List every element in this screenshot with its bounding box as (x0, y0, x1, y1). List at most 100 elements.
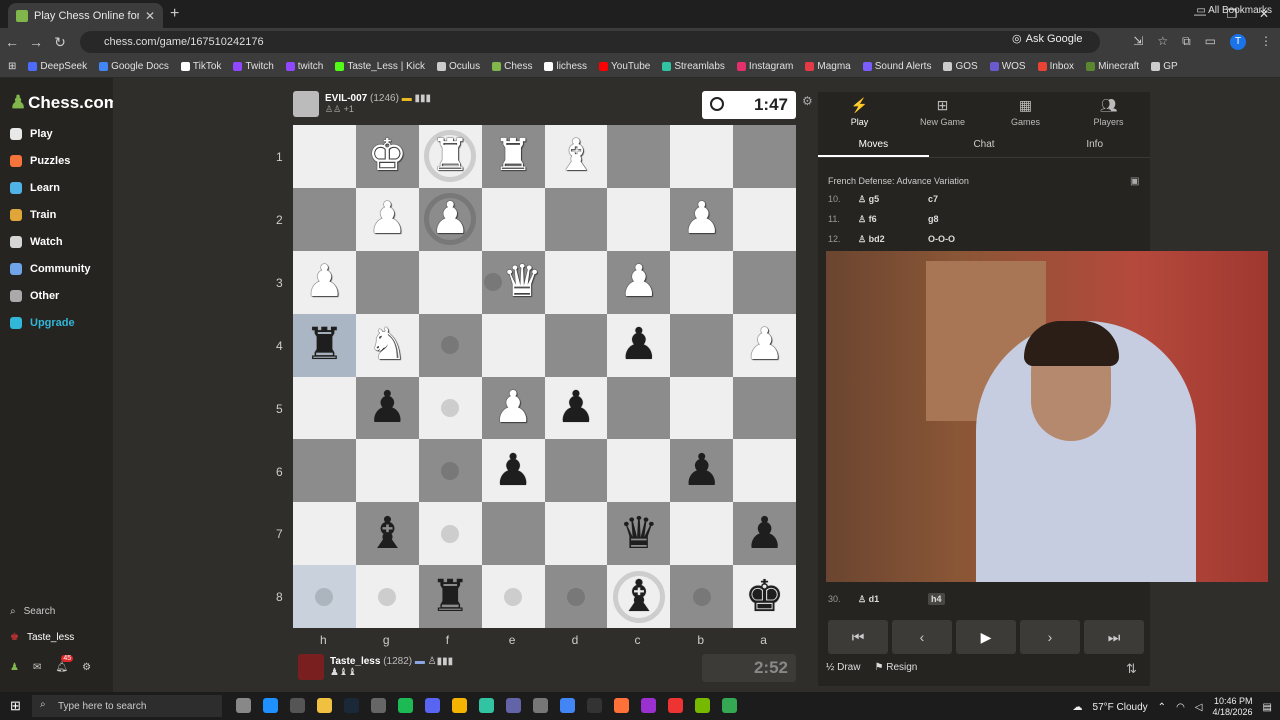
board-square-g7[interactable]: ♝ (355, 502, 419, 566)
tab-games[interactable]: ▦ Games (984, 92, 1067, 132)
board-square-b4[interactable] (670, 313, 734, 377)
board-square-h3[interactable]: ♟ (293, 250, 356, 314)
board-square-d8[interactable] (544, 565, 608, 628)
board-square-c1[interactable] (607, 125, 671, 188)
sidebar-item-learn[interactable]: Learn (10, 182, 60, 194)
board-square-d6[interactable] (544, 439, 608, 503)
white-pawn-icon[interactable]: ♟ (619, 260, 658, 304)
vivaldi-icon[interactable] (641, 698, 656, 713)
play-icon[interactable]: ▶ (956, 620, 1016, 654)
white-knight-icon[interactable]: ♞ (368, 323, 407, 367)
bookmark-star-icon[interactable]: ☆ (1157, 34, 1168, 50)
board-square-a2[interactable] (733, 187, 796, 251)
board-square-a6[interactable] (733, 439, 796, 503)
board-square-e4[interactable] (481, 313, 545, 377)
white-pawn-icon[interactable]: ♟ (305, 260, 344, 304)
black-bishop-icon[interactable]: ♝ (368, 511, 407, 556)
taskbar-search[interactable]: ⌕ Type here to search (32, 695, 222, 717)
black-rook-icon[interactable]: ♜ (305, 323, 344, 367)
board-settings-icon[interactable]: ⚙ (802, 94, 813, 108)
black-move[interactable]: h4 (928, 593, 998, 605)
board-square-g6[interactable] (355, 439, 419, 503)
black-move[interactable]: c7 (928, 194, 998, 205)
board-square-b3[interactable] (670, 250, 734, 314)
chess-logo[interactable]: ♟ Chess.com (10, 92, 119, 113)
white-rook-icon[interactable]: ♜ (493, 134, 532, 178)
board-square-b5[interactable] (670, 376, 734, 440)
install-icon[interactable]: ⇲ (1133, 34, 1143, 50)
bookmark-item[interactable]: Inbox (1037, 61, 1074, 72)
board-square-a3[interactable] (733, 250, 796, 314)
board-square-f6[interactable] (418, 439, 482, 503)
volume-icon[interactable]: ◁ (1195, 702, 1203, 713)
board-square-f1[interactable]: ♜ (418, 125, 482, 188)
close-tab-icon[interactable]: ✕ (145, 9, 155, 23)
url-bar[interactable]: chess.com/game/167510242176 (80, 31, 1100, 53)
sidebar-icon[interactable]: ▭ (1205, 34, 1216, 50)
chrome-profile-icon[interactable] (560, 698, 575, 713)
browser-tab[interactable]: Play Chess Online for FREE - 2 ... ✕ (8, 3, 163, 28)
bookmark-item[interactable]: Sound Alerts (862, 61, 931, 72)
white-move[interactable]: ♙ f6 (858, 214, 928, 225)
bookmark-item[interactable]: Oculus (436, 61, 480, 72)
black-rook-icon[interactable]: ♜ (430, 574, 469, 619)
black-move[interactable]: g8 (928, 214, 998, 225)
board-square-f8[interactable]: ♜ (418, 565, 482, 628)
bookmark-item[interactable]: Twitch (233, 61, 274, 72)
black-pawn-icon[interactable]: ♟ (556, 385, 595, 430)
white-pawn-icon[interactable]: ♟ (430, 197, 469, 241)
bookmark-item[interactable]: Streamlabs (662, 61, 725, 72)
board-square-b1[interactable] (670, 125, 734, 188)
obs-icon[interactable] (371, 698, 386, 713)
board-square-c7[interactable]: ♛ (607, 502, 671, 566)
music-app-icon[interactable] (668, 698, 683, 713)
teams-icon[interactable] (506, 698, 521, 713)
ask-google-button[interactable]: ◎ Ask Google (1012, 32, 1082, 46)
black-pawn-icon[interactable]: ♟ (619, 323, 658, 367)
bookmark-item[interactable]: YouTube (599, 61, 650, 72)
board-square-e3[interactable]: ♛ (481, 250, 545, 314)
board-square-c4[interactable]: ♟ (607, 313, 671, 377)
board-square-a4[interactable]: ♟ (733, 313, 796, 377)
reload-icon[interactable]: ↻ (48, 34, 72, 51)
board-square-g3[interactable] (355, 250, 419, 314)
white-pawn-icon[interactable]: ♟ (493, 385, 532, 430)
tray-chevron-icon[interactable]: ⌃ (1158, 702, 1166, 713)
board-square-c8[interactable]: ♝ (607, 565, 671, 628)
sidebar-item-other[interactable]: Other (10, 290, 59, 302)
chrome-active-icon[interactable] (722, 698, 737, 713)
sidebar-item-play[interactable]: Play (10, 128, 53, 140)
board-square-d5[interactable]: ♟ (544, 376, 608, 440)
edge-icon[interactable] (263, 698, 278, 713)
board-square-b7[interactable] (670, 502, 734, 566)
board-square-e7[interactable] (481, 502, 545, 566)
board-square-d1[interactable]: ♝ (544, 125, 608, 188)
board-square-f7[interactable] (418, 502, 482, 566)
nvidia-icon[interactable] (695, 698, 710, 713)
file-explorer-icon[interactable] (317, 698, 332, 713)
board-square-f4[interactable] (418, 313, 482, 377)
bookmark-item[interactable]: Google Docs (99, 61, 169, 72)
white-move[interactable]: ♙ g5 (858, 194, 928, 205)
weather-text[interactable]: 57°F Cloudy (1093, 702, 1148, 713)
board-square-d7[interactable] (544, 502, 608, 566)
flip-board-icon[interactable]: ⇅ (1126, 661, 1137, 677)
resign-button[interactable]: ⚑ Resign (874, 662, 917, 673)
menu-icon[interactable]: ⋮ (1260, 34, 1272, 50)
top-player-name[interactable]: EVIL-007 (325, 93, 367, 104)
bookmark-item[interactable]: Magma (805, 61, 851, 72)
task-view-icon[interactable] (236, 698, 251, 713)
clock[interactable]: 10:46 PM 4/18/2026 (1213, 696, 1253, 718)
board-square-f5[interactable] (418, 376, 482, 440)
white-pawn-icon[interactable]: ♟ (682, 197, 721, 241)
bookmark-item[interactable]: Instagram (736, 61, 793, 72)
streamlabs-icon[interactable] (479, 698, 494, 713)
firefox-icon[interactable] (614, 698, 629, 713)
chrome-icon[interactable] (452, 698, 467, 713)
sidebar-user[interactable]: ♚ Taste_less (10, 632, 74, 643)
black-pawn-icon[interactable]: ♟ (682, 448, 721, 493)
bookmark-item[interactable]: WOS (989, 61, 1026, 72)
black-king-icon[interactable]: ♚ (745, 574, 784, 619)
chess-board[interactable]: ♚ ♜ ♜ ♝ ♟ ♟ ♟ ♟ ♛ ♟ ♜ ♞ ♟ ♟ ♟ ♟ ♟ ♟ ♟ ♝ ♛ ♟ ♜ ♝ ♚ (293, 125, 796, 628)
black-queen-icon[interactable]: ♛ (619, 511, 658, 556)
